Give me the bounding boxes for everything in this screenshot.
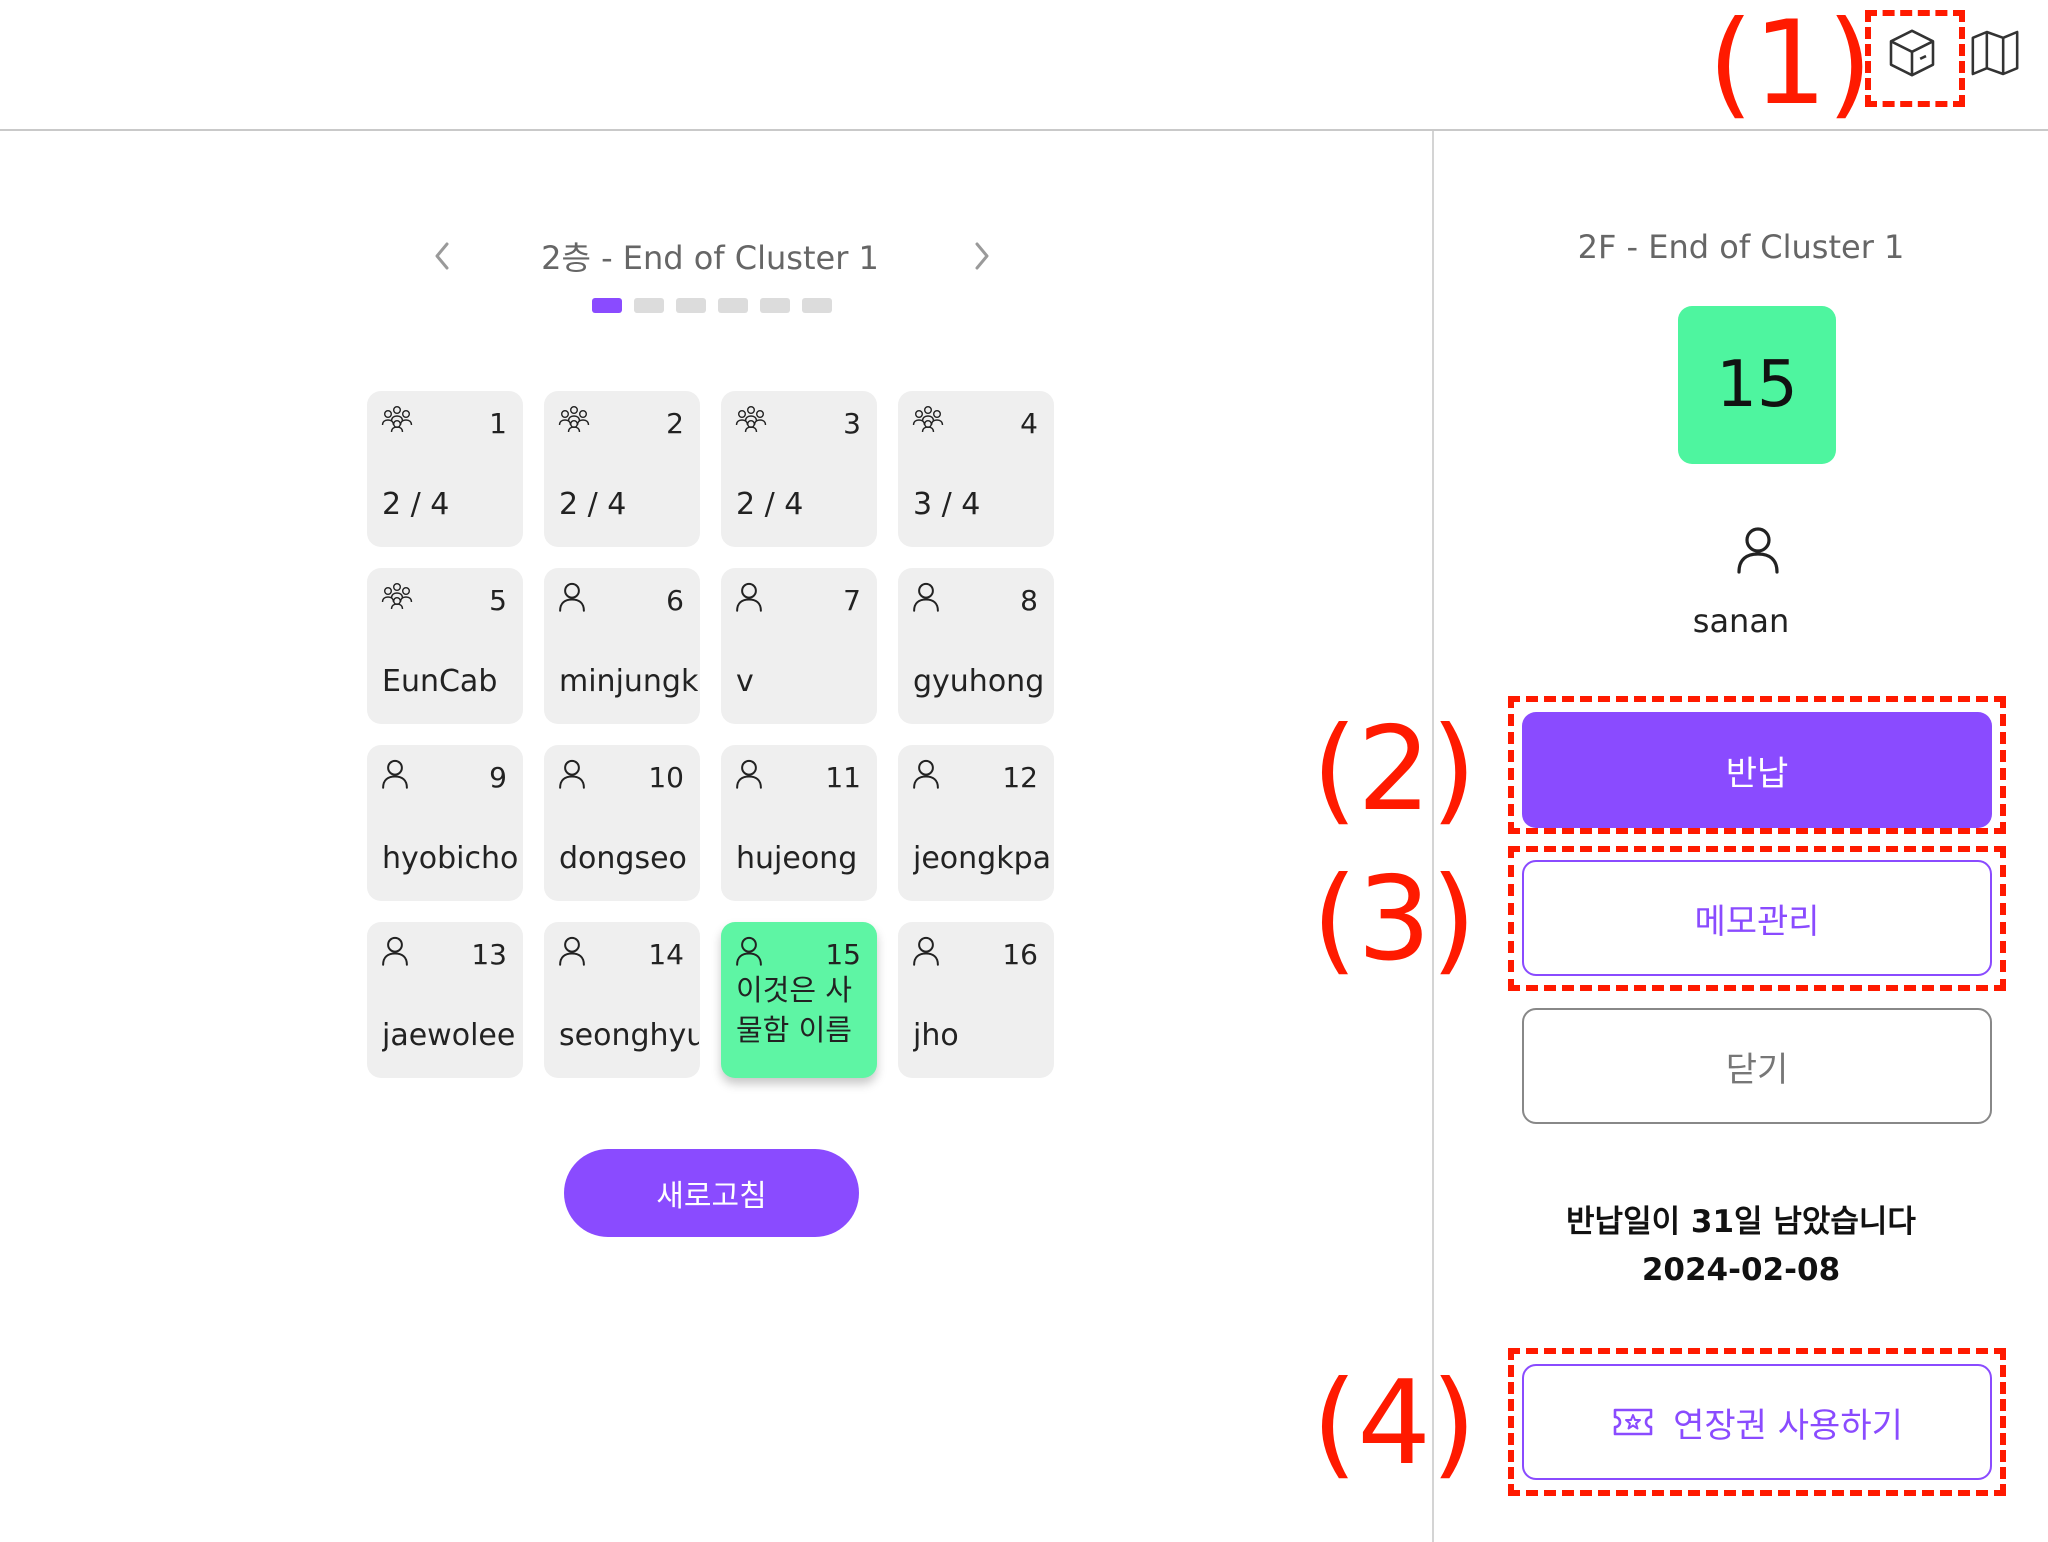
locker-grid: 1 2 / 4 2 2 / 4 3 2 / 4 4 3 / 4 5 EunCab…	[367, 391, 1054, 1078]
locker-card[interactable]: 5 EunCab	[367, 568, 523, 724]
page-dot[interactable]	[718, 298, 748, 313]
user-icon	[912, 759, 944, 791]
locker-card[interactable]: 13 jaewolee	[367, 922, 523, 1078]
locker-number: 10	[648, 761, 684, 794]
locker-number: 9	[489, 761, 507, 794]
locker-label: dongseo	[559, 841, 687, 876]
locker-card[interactable]: 2 2 / 4	[544, 391, 700, 547]
locker-label: jaewolee	[382, 1018, 516, 1053]
locker-number: 2	[666, 407, 684, 440]
user-icon	[912, 582, 944, 614]
locker-card[interactable]: 4 3 / 4	[898, 391, 1054, 547]
user-icon	[381, 936, 413, 968]
locker-card[interactable]: 6 minjungk	[544, 568, 700, 724]
locker-number: 15	[825, 938, 861, 971]
locker-label: jho	[913, 1018, 959, 1053]
user-icon	[735, 936, 767, 968]
user-icon	[558, 759, 590, 791]
locker-number: 13	[471, 938, 507, 971]
locker-card[interactable]: 7 v	[721, 568, 877, 724]
annotation-label-2: (2)	[1312, 702, 1477, 837]
locker-label: jeongkpa	[913, 841, 1052, 876]
locker-label: gyuhong	[913, 664, 1045, 699]
locker-card[interactable]: 10 dongseo	[544, 745, 700, 901]
user-icon	[381, 759, 413, 791]
close-button-label: 닫기	[1725, 1049, 1789, 1090]
locker-label: minjungk	[559, 664, 699, 699]
annotation-label-3: (3)	[1312, 852, 1477, 987]
locker-number: 5	[489, 584, 507, 617]
locker-card[interactable]: 15 이것은 사물함 이름	[721, 922, 877, 1078]
close-button[interactable]: 닫기	[1522, 1008, 1992, 1124]
user-icon	[735, 582, 767, 614]
locker-number: 7	[843, 584, 861, 617]
locker-card[interactable]: 9 hyobicho	[367, 745, 523, 901]
user-icon	[558, 936, 590, 968]
group-icon	[381, 582, 413, 614]
locker-card[interactable]: 11 hujeong	[721, 745, 877, 901]
map-icon[interactable]	[1964, 22, 2026, 84]
locker-label: 3 / 4	[913, 487, 981, 522]
next-floor-button[interactable]	[962, 232, 1002, 280]
group-icon	[558, 405, 590, 437]
locker-label: 2 / 4	[559, 487, 627, 522]
locker-card[interactable]: 8 gyuhong	[898, 568, 1054, 724]
floor-title: 2층 - End of Cluster 1	[541, 239, 879, 277]
due-date: 2024-02-08	[1641, 1252, 1841, 1288]
locker-label: EunCab	[382, 664, 498, 699]
user-icon	[735, 759, 767, 791]
page-dot[interactable]	[760, 298, 790, 313]
locker-number: 3	[843, 407, 861, 440]
locker-card[interactable]: 12 jeongkpa	[898, 745, 1054, 901]
locker-label: seonghyu	[559, 1018, 699, 1053]
locker-label: v	[736, 664, 754, 699]
locker-number: 16	[1002, 938, 1038, 971]
detail-user-name: sanan	[1692, 602, 1790, 640]
annotation-label-4: (4)	[1312, 1356, 1477, 1491]
annotation-box-4	[1508, 1348, 2006, 1496]
chevron-right-icon	[975, 242, 989, 270]
locker-card[interactable]: 16 jho	[898, 922, 1054, 1078]
user-icon	[1737, 527, 1779, 574]
page-indicator	[592, 298, 832, 313]
locker-number: 8	[1020, 584, 1038, 617]
user-icon	[912, 936, 944, 968]
locker-card[interactable]: 1 2 / 4	[367, 391, 523, 547]
group-icon	[735, 405, 767, 437]
locker-number: 11	[825, 761, 861, 794]
annotation-box-3	[1508, 846, 2006, 991]
detail-locker-number: 15	[1678, 306, 1836, 464]
locker-label: hyobicho	[382, 841, 519, 876]
annotation-box-1	[1865, 10, 1965, 107]
refresh-button[interactable]: 새로고침	[564, 1149, 859, 1237]
detail-title: 2F - End of Cluster 1	[1577, 228, 1905, 266]
locker-card[interactable]: 14 seonghyu	[544, 922, 700, 1078]
locker-number: 6	[666, 584, 684, 617]
group-icon	[912, 405, 944, 437]
locker-label: 2 / 4	[736, 487, 804, 522]
user-icon	[558, 582, 590, 614]
annotation-label-1: (1)	[1708, 0, 1873, 131]
locker-card[interactable]: 3 2 / 4	[721, 391, 877, 547]
page-dot[interactable]	[676, 298, 706, 313]
group-icon	[381, 405, 413, 437]
page-dot[interactable]	[592, 298, 622, 313]
page-dot[interactable]	[802, 298, 832, 313]
locker-label: 이것은 사물함 이름	[736, 973, 852, 1047]
locker-label: hujeong	[736, 841, 858, 876]
locker-number: 4	[1020, 407, 1038, 440]
locker-label: 2 / 4	[382, 487, 450, 522]
remaining-days-text: 반납일이 31일 남았습니다	[1566, 1204, 1916, 1240]
locker-number: 1	[489, 407, 507, 440]
page-dot[interactable]	[634, 298, 664, 313]
locker-number: 12	[1002, 761, 1038, 794]
locker-number: 14	[648, 938, 684, 971]
annotation-box-2	[1508, 696, 2006, 834]
